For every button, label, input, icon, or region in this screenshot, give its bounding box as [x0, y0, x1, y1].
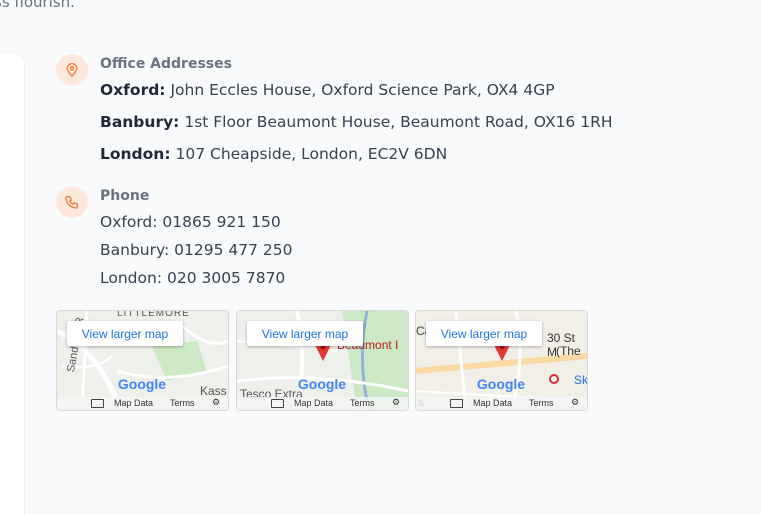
- keyboard-icon[interactable]: [450, 399, 463, 408]
- address-label: Banbury:: [100, 113, 180, 131]
- address-oxford: Oxford: John Eccles House, Oxford Scienc…: [100, 81, 555, 99]
- map-footer: Map Data Terms ⚙: [57, 397, 228, 410]
- map-data-link[interactable]: Map Data: [114, 398, 153, 408]
- gear-icon[interactable]: ⚙: [571, 397, 579, 408]
- phone-banbury[interactable]: Banbury: 01295 477 250: [100, 241, 293, 259]
- phone-oxford[interactable]: Oxford: 01865 921 150: [100, 213, 281, 231]
- map-footer: Map Data Terms ⚙: [237, 397, 408, 410]
- map-banbury[interactable]: Beaumont I Tesco Extra View larger map G…: [236, 310, 409, 411]
- google-logo: Google: [297, 376, 347, 392]
- terms-link[interactable]: Terms: [350, 398, 375, 408]
- map-data-link[interactable]: Map Data: [294, 398, 333, 408]
- gear-icon[interactable]: ⚙: [392, 397, 400, 408]
- address-london: London: 107 Cheapside, London, EC2V 6DN: [100, 145, 447, 163]
- address-label: London:: [100, 145, 171, 163]
- map-label: Kass: [200, 384, 227, 398]
- address-value: 1st Floor Beaumont House, Beaumont Road,…: [184, 113, 613, 131]
- address-banbury: Banbury: 1st Floor Beaumont House, Beaum…: [100, 113, 613, 131]
- view-larger-map-button[interactable]: View larger map: [426, 321, 542, 346]
- keyboard-icon[interactable]: [271, 399, 284, 408]
- terms-link[interactable]: Terms: [529, 398, 554, 408]
- side-card: [0, 54, 24, 514]
- phone-london[interactable]: London: 020 3005 7870: [100, 269, 285, 287]
- address-value: 107 Cheapside, London, EC2V 6DN: [175, 145, 448, 163]
- location-pin-icon: [66, 63, 78, 77]
- keyboard-icon[interactable]: [91, 399, 104, 408]
- map-london[interactable]: Ca 30 St M (The Sk s View larger map Goo…: [415, 310, 588, 411]
- address-value: John Eccles House, Oxford Science Park, …: [170, 81, 555, 99]
- google-logo: Google: [476, 376, 526, 392]
- phone-icon: [65, 196, 78, 209]
- map-label: (The: [556, 344, 581, 358]
- map-oxford[interactable]: LITTLEMORE Sandford R Kass View larger m…: [56, 310, 229, 411]
- view-larger-map-button[interactable]: View larger map: [247, 321, 363, 346]
- map-label: Sk: [574, 373, 588, 387]
- gear-icon[interactable]: ⚙: [212, 397, 220, 408]
- terms-link[interactable]: Terms: [170, 398, 195, 408]
- map-label: LITTLEMORE: [117, 310, 190, 319]
- phone-title: Phone: [100, 188, 150, 204]
- location-badge: [56, 54, 88, 86]
- view-larger-map-button[interactable]: View larger map: [67, 321, 183, 346]
- address-label: Oxford:: [100, 81, 166, 99]
- map-data-link[interactable]: Map Data: [473, 398, 512, 408]
- phone-badge: [56, 186, 88, 218]
- addresses-title: Office Addresses: [100, 56, 232, 72]
- map-footer: Map Data Terms ⚙: [416, 397, 587, 410]
- intro-text: ss flourish.: [0, 0, 75, 11]
- google-logo: Google: [117, 376, 167, 392]
